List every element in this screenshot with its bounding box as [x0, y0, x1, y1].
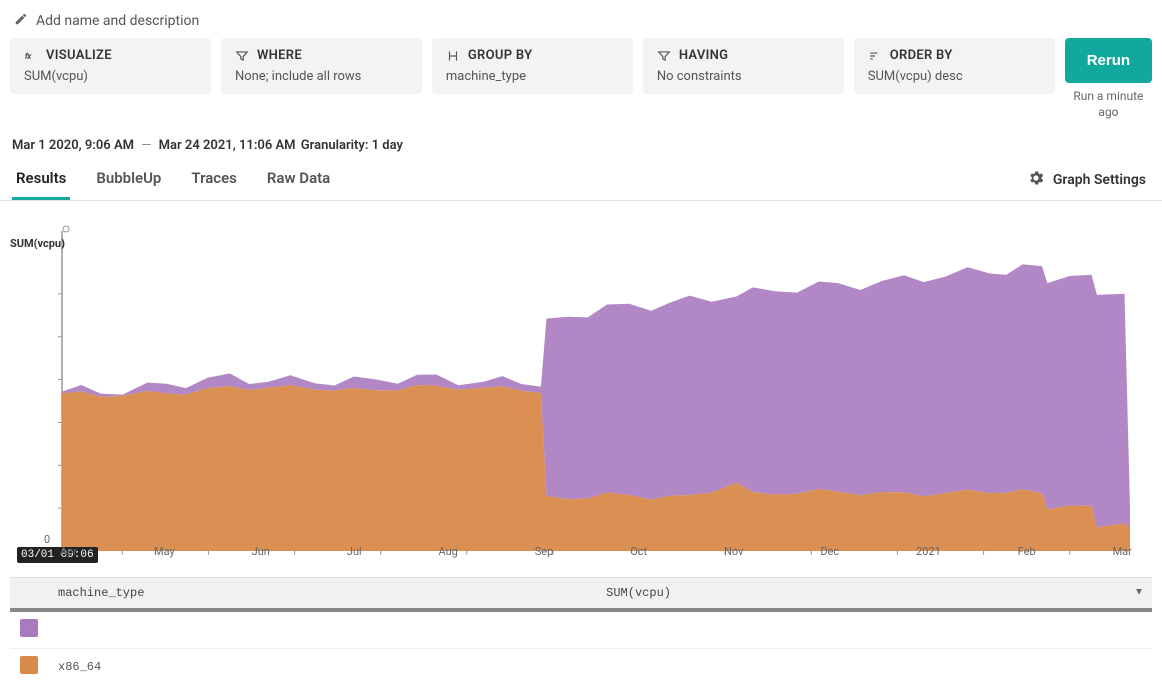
time-end: Mar 24 2021, 11:06 AM: [159, 138, 296, 153]
tab-bubbleup[interactable]: BubbleUp: [92, 159, 165, 200]
filter-icon: [235, 49, 249, 63]
svg-text:fx: fx: [25, 52, 31, 60]
rerun-column: Rerun Run a minute ago: [1065, 38, 1152, 120]
orderby-pill[interactable]: ORDER BY SUM(vcpu) desc: [854, 38, 1055, 94]
results-table: machine_type SUM(vcpu) ▼ x86_64: [10, 577, 1152, 684]
rerun-button[interactable]: Rerun: [1065, 38, 1152, 83]
orderby-label: ORDER BY: [890, 48, 953, 63]
groupby-label: GROUP BY: [468, 48, 533, 63]
y-axis-label: SUM(vcpu): [10, 237, 65, 250]
time-start: Mar 1 2020, 9:06 AM: [12, 138, 134, 153]
table-row[interactable]: x86_64: [10, 649, 1152, 684]
x-tick: Aug: [438, 545, 457, 558]
filter-icon: [657, 49, 671, 63]
sort-icon: [868, 49, 882, 63]
x-tick: Oct: [630, 545, 647, 558]
fx-icon: fx: [24, 49, 38, 63]
sum-vcpu-cell: [596, 649, 1152, 684]
visualize-value: SUM(vcpu): [24, 69, 197, 84]
swatch-cell: [10, 649, 48, 684]
x-tick: Feb: [1018, 545, 1036, 558]
stacked-area-chart[interactable]: [12, 221, 1150, 561]
page-header: Add name and description: [0, 0, 1162, 38]
sum-vcpu-cell: [596, 610, 1152, 649]
swatch-cell: [10, 610, 48, 649]
col-machine-type[interactable]: machine_type: [48, 578, 596, 611]
graph-settings-label: Graph Settings: [1053, 172, 1146, 188]
groupby-value: machine_type: [446, 69, 619, 84]
where-value: None; include all rows: [235, 69, 408, 84]
x-axis-ticks: Apr May Jun Jul Aug Sep Oct Nov Dec 2021 Feb Mar: [60, 545, 1132, 558]
x-tick: Mar: [1113, 545, 1132, 558]
graph-settings-button[interactable]: Graph Settings: [1023, 161, 1150, 199]
granularity-label: Granularity:: [301, 138, 369, 153]
tab-results[interactable]: Results: [12, 159, 70, 200]
rerun-subtext: Run a minute ago: [1068, 89, 1148, 120]
col-swatch: [10, 578, 48, 611]
y-tick-zero: 0: [44, 533, 50, 546]
x-tick: Jul: [347, 545, 362, 558]
tabs-row: Results BubbleUp Traces Raw Data Graph S…: [0, 159, 1162, 201]
tab-rawdata[interactable]: Raw Data: [263, 159, 334, 200]
having-value: No constraints: [657, 69, 830, 84]
page-title-placeholder[interactable]: Add name and description: [36, 13, 199, 29]
visualize-label: VISUALIZE: [46, 48, 112, 63]
x-tick: 2021: [916, 545, 941, 558]
x-tick: Jun: [252, 545, 270, 558]
x-tick: Nov: [724, 545, 743, 558]
group-icon: [446, 49, 460, 63]
where-pill[interactable]: WHERE None; include all rows: [221, 38, 422, 94]
x-tick: Sep: [535, 545, 554, 558]
having-pill[interactable]: HAVING No constraints: [643, 38, 844, 94]
sort-caret-icon: ▼: [1136, 588, 1142, 599]
x-tick: Dec: [820, 545, 839, 558]
query-builder-row: fx VISUALIZE SUM(vcpu) WHERE None; inclu…: [0, 38, 1162, 120]
chart-area[interactable]: SUM(vcpu) 0 03/01 09:06 AprMayJunJulAugS…: [0, 201, 1162, 561]
col-sum-vcpu-label: SUM(vcpu): [606, 586, 671, 600]
time-dash: —: [137, 138, 155, 153]
having-label: HAVING: [679, 48, 729, 63]
results-table-wrap: machine_type SUM(vcpu) ▼ x86_64: [0, 561, 1162, 684]
x-tick: Apr: [60, 545, 77, 558]
col-sum-vcpu[interactable]: SUM(vcpu) ▼: [596, 578, 1152, 611]
table-row[interactable]: [10, 610, 1152, 649]
time-range-bar[interactable]: Mar 1 2020, 9:06 AM — Mar 24 2021, 11:06…: [0, 120, 1162, 159]
gear-icon: [1027, 169, 1045, 191]
pencil-icon[interactable]: [14, 12, 28, 30]
tab-traces[interactable]: Traces: [187, 159, 241, 200]
where-label: WHERE: [257, 48, 302, 63]
visualize-pill[interactable]: fx VISUALIZE SUM(vcpu): [10, 38, 211, 94]
machine-type-cell: x86_64: [48, 649, 596, 684]
granularity-value: 1 day: [372, 138, 403, 153]
table-header-row: machine_type SUM(vcpu) ▼: [10, 578, 1152, 611]
machine-type-cell: [48, 610, 596, 649]
x-tick: May: [154, 545, 175, 558]
orderby-value: SUM(vcpu) desc: [868, 69, 1041, 84]
groupby-pill[interactable]: GROUP BY machine_type: [432, 38, 633, 94]
